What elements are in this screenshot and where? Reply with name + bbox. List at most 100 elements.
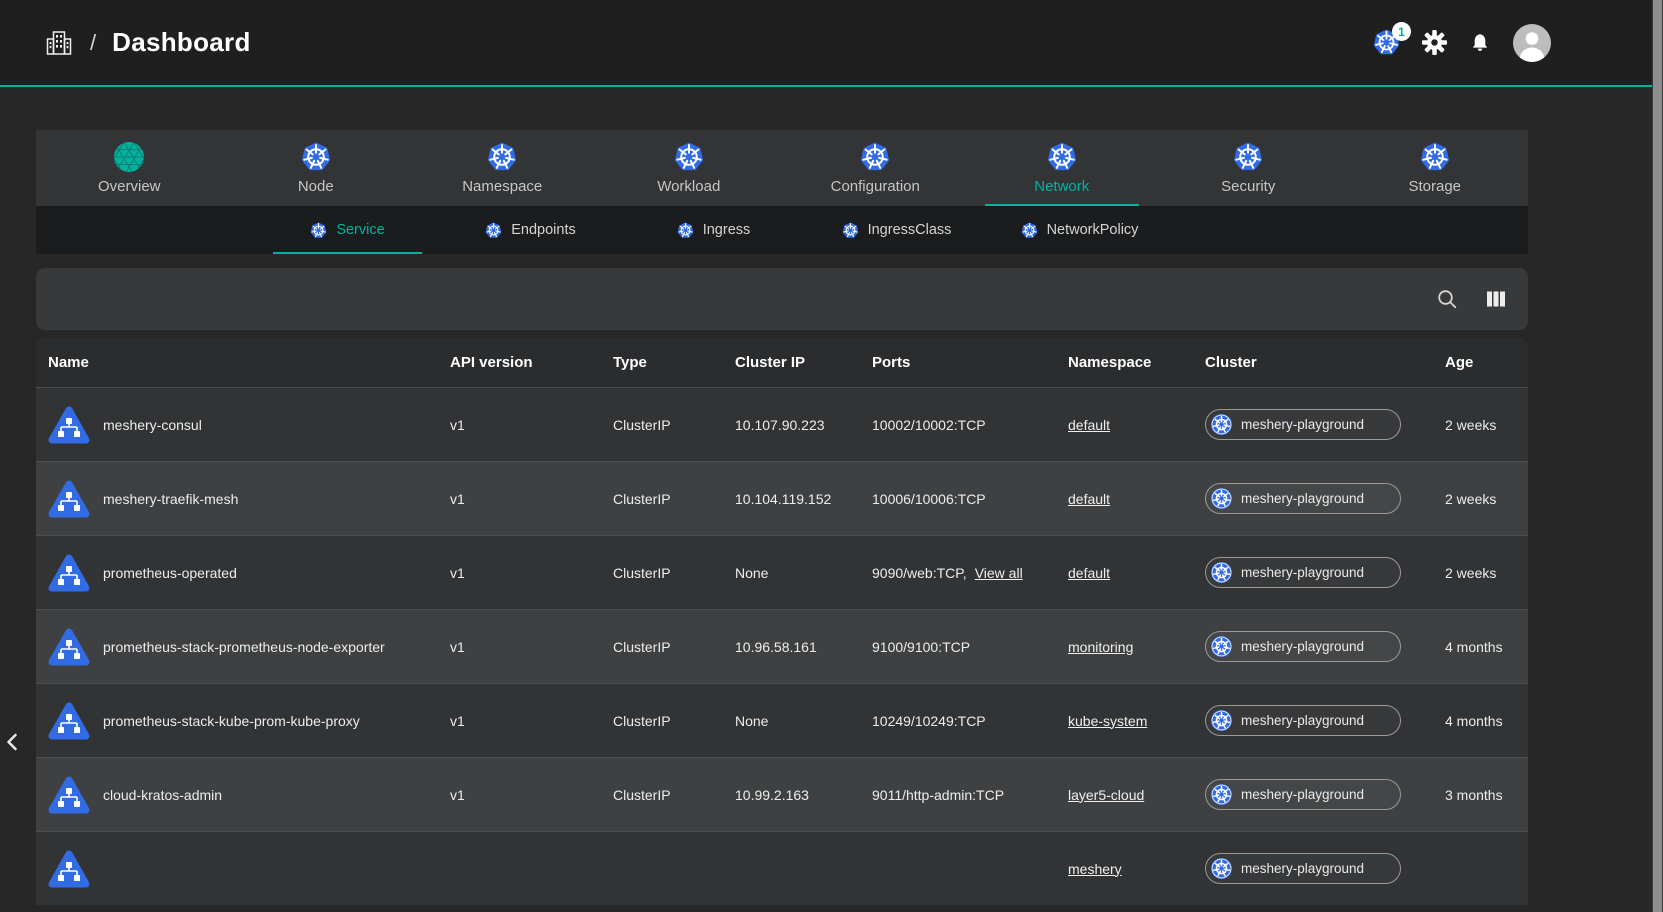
kubernetes-icon — [301, 142, 331, 172]
service-name-cell: meshery-consul — [36, 406, 438, 444]
search-icon — [1436, 288, 1458, 310]
chevron-left-icon — [5, 732, 19, 752]
column-header-type[interactable]: Type — [601, 354, 723, 371]
cluster-cell: meshery-playground — [1193, 705, 1433, 736]
subtab-label: Ingress — [703, 222, 751, 238]
namespace-link[interactable]: default — [1068, 491, 1110, 507]
column-header-api-version[interactable]: API version — [438, 354, 601, 371]
kubernetes-icon — [1211, 414, 1232, 435]
tab-label: Configuration — [831, 178, 920, 195]
cluster-chip[interactable]: meshery-playground — [1205, 409, 1401, 440]
appbar-actions: 1 — [1373, 24, 1551, 62]
service-name-cell: meshery-traefik-mesh — [36, 480, 438, 518]
tab-node[interactable]: Node — [223, 130, 410, 206]
age-cell: 2 weeks — [1433, 491, 1528, 507]
service-name: meshery-consul — [103, 417, 202, 433]
subtab-service[interactable]: Service — [256, 206, 439, 254]
cluster-ip-cell: 10.99.2.163 — [723, 787, 860, 803]
cluster-chip-label: meshery-playground — [1241, 565, 1364, 580]
table-row[interactable]: prometheus-stack-prometheus-node-exporte… — [36, 609, 1528, 683]
table-row[interactable]: meshery-consulv1ClusterIP10.107.90.22310… — [36, 387, 1528, 461]
cluster-chip[interactable]: meshery-playground — [1205, 779, 1401, 810]
kubernetes-context-button[interactable]: 1 — [1373, 29, 1400, 56]
namespace-link[interactable]: monitoring — [1068, 639, 1133, 655]
table-row[interactable]: meshery-traefik-meshv1ClusterIP10.104.11… — [36, 461, 1528, 535]
ports-cell: 10002/10002:TCP — [860, 417, 1056, 433]
namespace-link[interactable]: default — [1068, 417, 1110, 433]
column-header-cluster[interactable]: Cluster — [1193, 354, 1433, 371]
subtab-endpoints[interactable]: Endpoints — [439, 206, 622, 254]
settings-button[interactable] — [1422, 30, 1447, 55]
namespace-cell: layer5-cloud — [1056, 787, 1193, 803]
table-row[interactable]: prometheus-stack-kube-prom-kube-proxyv1C… — [36, 683, 1528, 757]
namespace-link[interactable]: layer5-cloud — [1068, 787, 1144, 803]
column-header-age[interactable]: Age — [1433, 354, 1528, 371]
service-resource-icon — [48, 628, 90, 666]
cluster-ip-cell: 10.96.58.161 — [723, 639, 860, 655]
gear-icon — [1422, 30, 1447, 55]
namespace-link[interactable]: default — [1068, 565, 1110, 581]
tab-network[interactable]: Network — [969, 130, 1156, 206]
tab-overview[interactable]: Overview — [36, 130, 223, 206]
search-button[interactable] — [1436, 288, 1458, 310]
service-name-cell — [36, 850, 438, 888]
cluster-ip-cell: 10.104.119.152 — [723, 491, 860, 507]
scrollbar-thumb[interactable] — [1653, 0, 1662, 912]
breadcrumb-separator: / — [90, 30, 96, 56]
age-cell: 3 months — [1433, 787, 1528, 803]
subtab-label: Endpoints — [511, 222, 576, 238]
cluster-chip[interactable]: meshery-playground — [1205, 853, 1401, 884]
table-row[interactable]: prometheus-operatedv1ClusterIPNone9090/w… — [36, 535, 1528, 609]
kubernetes-icon — [1211, 562, 1232, 583]
tab-namespace[interactable]: Namespace — [409, 130, 596, 206]
tab-security[interactable]: Security — [1155, 130, 1342, 206]
namespace-link[interactable]: kube-system — [1068, 713, 1147, 729]
subtab-networkpolicy[interactable]: NetworkPolicy — [988, 206, 1171, 254]
type-cell: ClusterIP — [601, 417, 723, 433]
table-row[interactable]: cloud-kratos-adminv1ClusterIP10.99.2.163… — [36, 757, 1528, 831]
view-all-ports-link[interactable]: View all — [975, 565, 1023, 581]
subtab-ingressclass[interactable]: IngressClass — [805, 206, 988, 254]
tab-workload[interactable]: Workload — [596, 130, 783, 206]
column-header-namespace[interactable]: Namespace — [1056, 354, 1193, 371]
drawer-collapse-button[interactable] — [3, 730, 21, 754]
type-cell: ClusterIP — [601, 787, 723, 803]
cluster-chip[interactable]: meshery-playground — [1205, 483, 1401, 514]
cluster-chip-label: meshery-playground — [1241, 491, 1364, 506]
tab-label: Workload — [657, 178, 720, 195]
age-cell: 4 months — [1433, 639, 1528, 655]
cluster-chip[interactable]: meshery-playground — [1205, 557, 1401, 588]
api-version-cell: v1 — [438, 565, 601, 581]
column-header-cluster-ip[interactable]: Cluster IP — [723, 354, 860, 371]
tab-storage[interactable]: Storage — [1342, 130, 1529, 206]
cluster-chip[interactable]: meshery-playground — [1205, 631, 1401, 662]
cluster-chip[interactable]: meshery-playground — [1205, 705, 1401, 736]
cluster-cell: meshery-playground — [1193, 631, 1433, 662]
column-header-ports[interactable]: Ports — [860, 354, 1056, 371]
ports-value: 10002/10002:TCP — [872, 417, 986, 433]
service-resource-icon — [48, 480, 90, 518]
api-version-cell: v1 — [438, 417, 601, 433]
kubernetes-icon — [1021, 222, 1038, 239]
service-name: prometheus-stack-kube-prom-kube-proxy — [103, 713, 360, 729]
notifications-button[interactable] — [1469, 32, 1491, 54]
organization-building-icon[interactable] — [44, 28, 74, 58]
ports-value: 9090/web:TCP, — [872, 565, 967, 581]
main-tabs: OverviewNodeNamespace Workload Configurati… — [36, 130, 1528, 206]
view-columns-button[interactable] — [1486, 289, 1506, 309]
resource-tabs-card: OverviewNodeNamespace Workload Configurati… — [36, 130, 1528, 254]
table-body: meshery-consulv1ClusterIP10.107.90.22310… — [36, 387, 1528, 905]
column-header-name[interactable]: Name — [36, 354, 438, 371]
kubernetes-icon — [1211, 488, 1232, 509]
tab-label: Security — [1221, 178, 1275, 195]
app-bar: / Dashboard 1 — [0, 0, 1663, 85]
type-cell: ClusterIP — [601, 639, 723, 655]
namespace-link[interactable]: meshery — [1068, 861, 1122, 877]
table-toolbar — [36, 268, 1528, 330]
service-name: prometheus-operated — [103, 565, 237, 581]
table-row[interactable]: meshery meshery-playground — [36, 831, 1528, 905]
subtab-ingress[interactable]: Ingress — [622, 206, 805, 254]
tab-configuration[interactable]: Configuration — [782, 130, 969, 206]
cluster-ip-cell: None — [723, 565, 860, 581]
user-avatar[interactable] — [1513, 24, 1551, 62]
